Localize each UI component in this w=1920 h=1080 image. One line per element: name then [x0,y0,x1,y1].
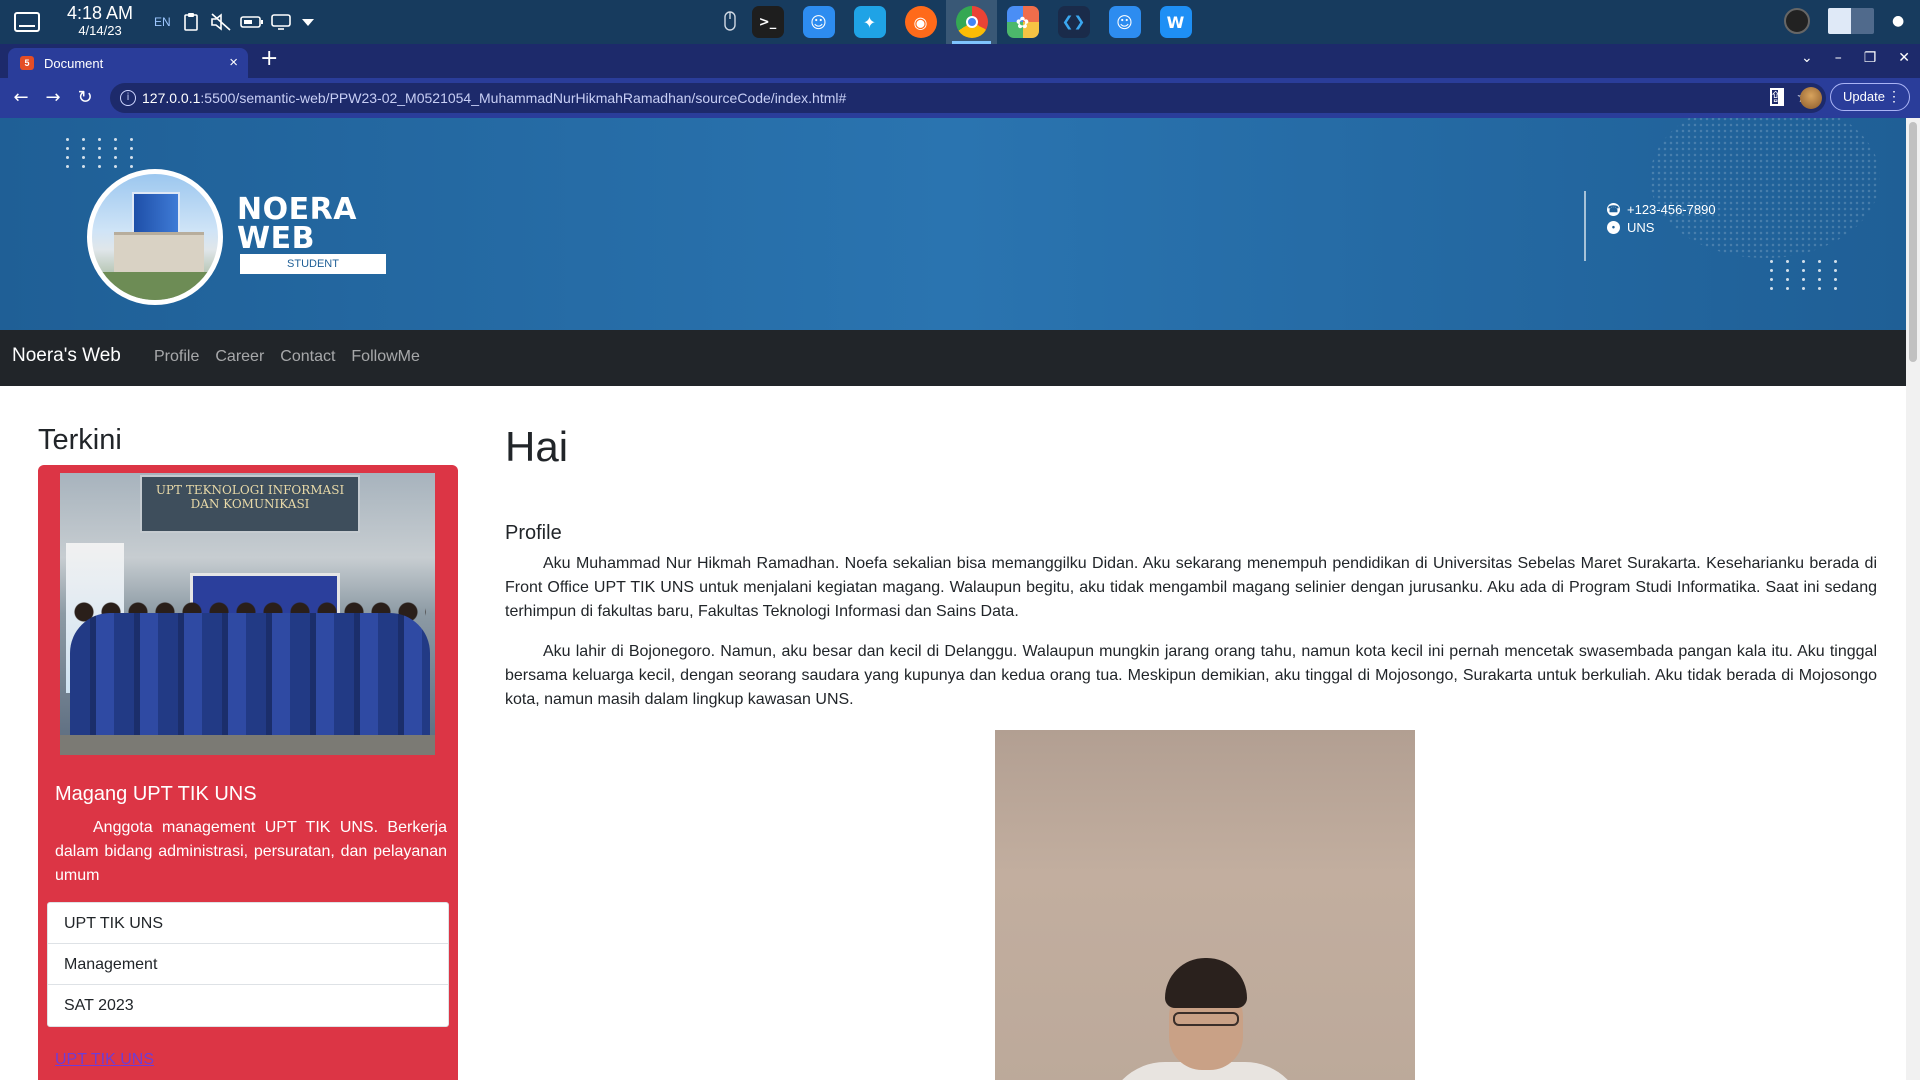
os-right-tray: ● [1784,8,1906,34]
contact-phone: ☎ +123-456-7890 [1607,202,1716,217]
list-item: UPT TIK UNS [48,903,448,944]
taskbar-dock: >_ ☺ ✦ ◉ ✿ ❮❯ ☺ W [742,0,1201,44]
nav-link-contact[interactable]: Contact [280,348,335,366]
profile-photo [995,730,1415,1080]
close-window-icon[interactable]: ✕ [1898,50,1910,66]
site-info-icon[interactable]: i [120,90,136,106]
nav-link-followme[interactable]: FollowMe [351,348,419,366]
launcher-icon[interactable] [14,12,40,32]
browser-tab-strip: 5 Document × [0,44,1920,78]
news-card: UPT TEKNOLOGI INFORMASI DAN KOMUNIKASI M… [38,465,458,1080]
phone-icon: ☎ [1607,203,1620,216]
wps-writer-icon: W [1159,6,1192,38]
decor-halftone [1650,118,1880,258]
decor-dots [66,138,140,168]
close-tab-icon[interactable]: × [229,54,238,71]
section-heading: Profile [505,522,562,544]
photo-sign-text: UPT TEKNOLOGI INFORMASI DAN KOMUNIKASI [155,483,345,511]
dock-store[interactable]: ✦ [844,0,895,44]
profile-paragraph: Aku lahir di Bojonegoro. Namun, aku besa… [505,643,1877,708]
internship-group-photo: UPT TEKNOLOGI INFORMASI DAN KOMUNIKASI [60,473,435,755]
address-bar[interactable]: i 127.0.0.1:5500/semantic-web/PPW23-02_M… [110,83,1826,113]
dock-file-manager[interactable]: ☺ [1099,0,1150,44]
tray-expand-icon[interactable] [301,12,315,32]
navbar-brand[interactable]: Noera's Web [12,345,121,367]
contact-divider [1584,191,1586,261]
restore-icon[interactable]: ❐ [1864,50,1877,66]
clock-date: 4/14/23 [78,23,122,38]
contact-location: • UNS [1607,220,1654,235]
vscode-icon: ❮❯ [1057,6,1090,38]
side-panel-icon[interactable] [1770,88,1784,106]
dock-finder[interactable]: ☺ [793,0,844,44]
muted-speaker-icon[interactable] [210,12,232,32]
update-button[interactable]: Update [1830,83,1910,111]
browser-toolbar: ← → ↻ i 127.0.0.1:5500/semantic-web/PPW2… [0,78,1920,118]
dock-terminal[interactable]: >_ [742,0,793,44]
card-list: UPT TIK UNS Management SAT 2023 [47,902,449,1027]
dock-wps[interactable]: W [1150,0,1201,44]
tab-search-icon[interactable]: ⌄ [1801,50,1813,66]
photos-icon: ✿ [1006,6,1039,38]
display-icon[interactable] [270,12,292,32]
mouse-icon [722,8,738,31]
brand-line-1: NOERA [237,192,357,227]
card-text: Anggota management UPT TIK UNS. Berkerja… [55,819,447,884]
dock-chrome[interactable] [946,0,997,44]
page-title: Hai [505,423,569,470]
card-title: Magang UPT TIK UNS [55,783,257,805]
back-icon[interactable]: ← [10,87,32,109]
profile-paragraph: Aku Muhammad Nur Hikmah Ramadhan. Noefa … [505,555,1877,620]
page-viewport: NOERA WEB STUDENT ☎ +123-456-7890 • UNS … [0,118,1906,1080]
battery-icon[interactable] [240,12,264,32]
brand-subtitle: STUDENT [240,254,386,274]
scrollbar-thumb[interactable] [1909,122,1917,362]
profile-avatar[interactable] [1800,87,1822,109]
url-text: 127.0.0.1:5500/semantic-web/PPW23-02_M05… [142,90,847,106]
dock-firefox[interactable]: ◉ [895,0,946,44]
input-language-indicator[interactable]: EN [154,15,171,29]
clipboard-icon[interactable] [183,12,199,32]
logo-building-photo [87,169,223,305]
firefox-icon: ◉ [904,6,937,38]
minimize-icon[interactable]: – [1835,50,1842,66]
html5-favicon-icon: 5 [20,56,34,70]
clock-widget-icon[interactable] [1784,8,1810,34]
list-item: Management [48,944,448,985]
header-banner: NOERA WEB STUDENT ☎ +123-456-7890 • UNS [0,118,1906,330]
location-text: UNS [1627,220,1655,235]
navbar: Noera's Web Profile Career Contact Follo… [0,330,1906,386]
dock-photos[interactable]: ✿ [997,0,1048,44]
phone-text: +123-456-7890 [1627,202,1716,217]
brand-title: NOERA WEB [237,192,357,256]
finder-icon: ☺ [802,6,835,38]
power-icon[interactable]: ● [1892,13,1906,29]
terminal-icon: >_ [751,6,784,38]
brand-line-2: WEB [237,221,315,256]
nav-links: Profile Career Contact FollowMe [154,348,420,366]
system-clock[interactable]: 4:18 AM 4/14/23 [60,4,140,37]
new-tab-button[interactable]: + [260,48,278,70]
forward-icon[interactable]: → [42,87,64,109]
list-item: SAT 2023 [64,997,134,1014]
dock-vscode[interactable]: ❮❯ [1048,0,1099,44]
location-pin-icon: • [1607,221,1620,234]
clock-time: 4:18 AM [66,3,134,23]
window-controls: ⌄ – ❐ ✕ [1801,50,1910,66]
workspace-switcher-icon[interactable] [1828,8,1874,34]
page-scrollbar[interactable] [1906,118,1920,1080]
file-manager-icon: ☺ [1108,6,1141,38]
chrome-icon [955,6,988,38]
card-link[interactable]: UPT TIK UNS [55,1051,154,1069]
decor-dots [1770,260,1844,290]
sidebar-heading: Terkini [38,424,122,456]
tab-title: Document [44,56,104,71]
app-store-icon: ✦ [853,6,886,38]
browser-tab[interactable]: 5 Document × [8,48,248,78]
os-top-bar: 4:18 AM 4/14/23 EN >_ ☺ ✦ ◉ ✿ ❮❯ ☺ W ● [0,0,1920,44]
nav-link-profile[interactable]: Profile [154,348,199,366]
reload-icon[interactable]: ↻ [74,87,96,109]
nav-link-career[interactable]: Career [215,348,264,366]
